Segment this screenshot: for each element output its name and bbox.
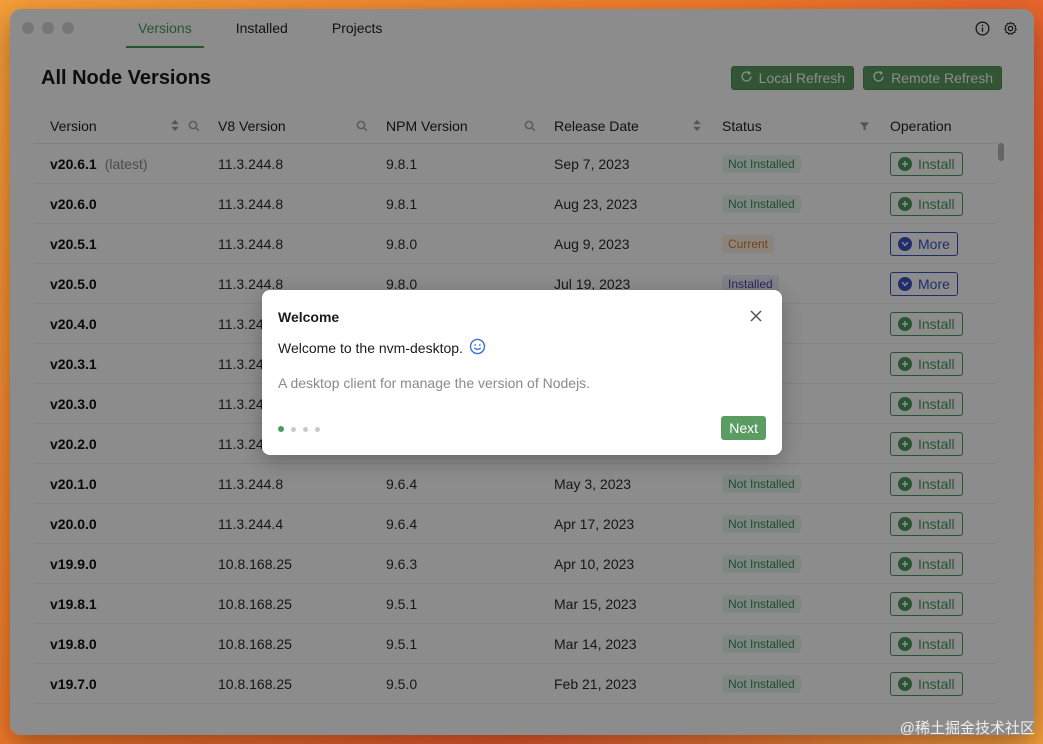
close-icon[interactable] [748, 308, 764, 324]
modal-description: A desktop client for manage the version … [278, 375, 591, 391]
app-window: Versions Installed Projects All Node Ver… [10, 9, 1034, 735]
welcome-modal: Welcome Welcome to the nvm-desktop. A de… [262, 290, 782, 455]
step-dot [303, 426, 308, 432]
step-dot [315, 426, 320, 432]
step-dot [291, 426, 296, 432]
modal-heading: Welcome to the nvm-desktop. [278, 338, 486, 358]
modal-title: Welcome [278, 309, 340, 325]
modal-heading-text: Welcome to the nvm-desktop. [278, 340, 463, 356]
next-button[interactable]: Next [721, 416, 766, 440]
watermark: @稀土掘金技术社区 [899, 720, 1035, 737]
tour-steps-indicator [278, 426, 320, 432]
step-dot [278, 426, 284, 432]
smile-icon [469, 338, 486, 358]
